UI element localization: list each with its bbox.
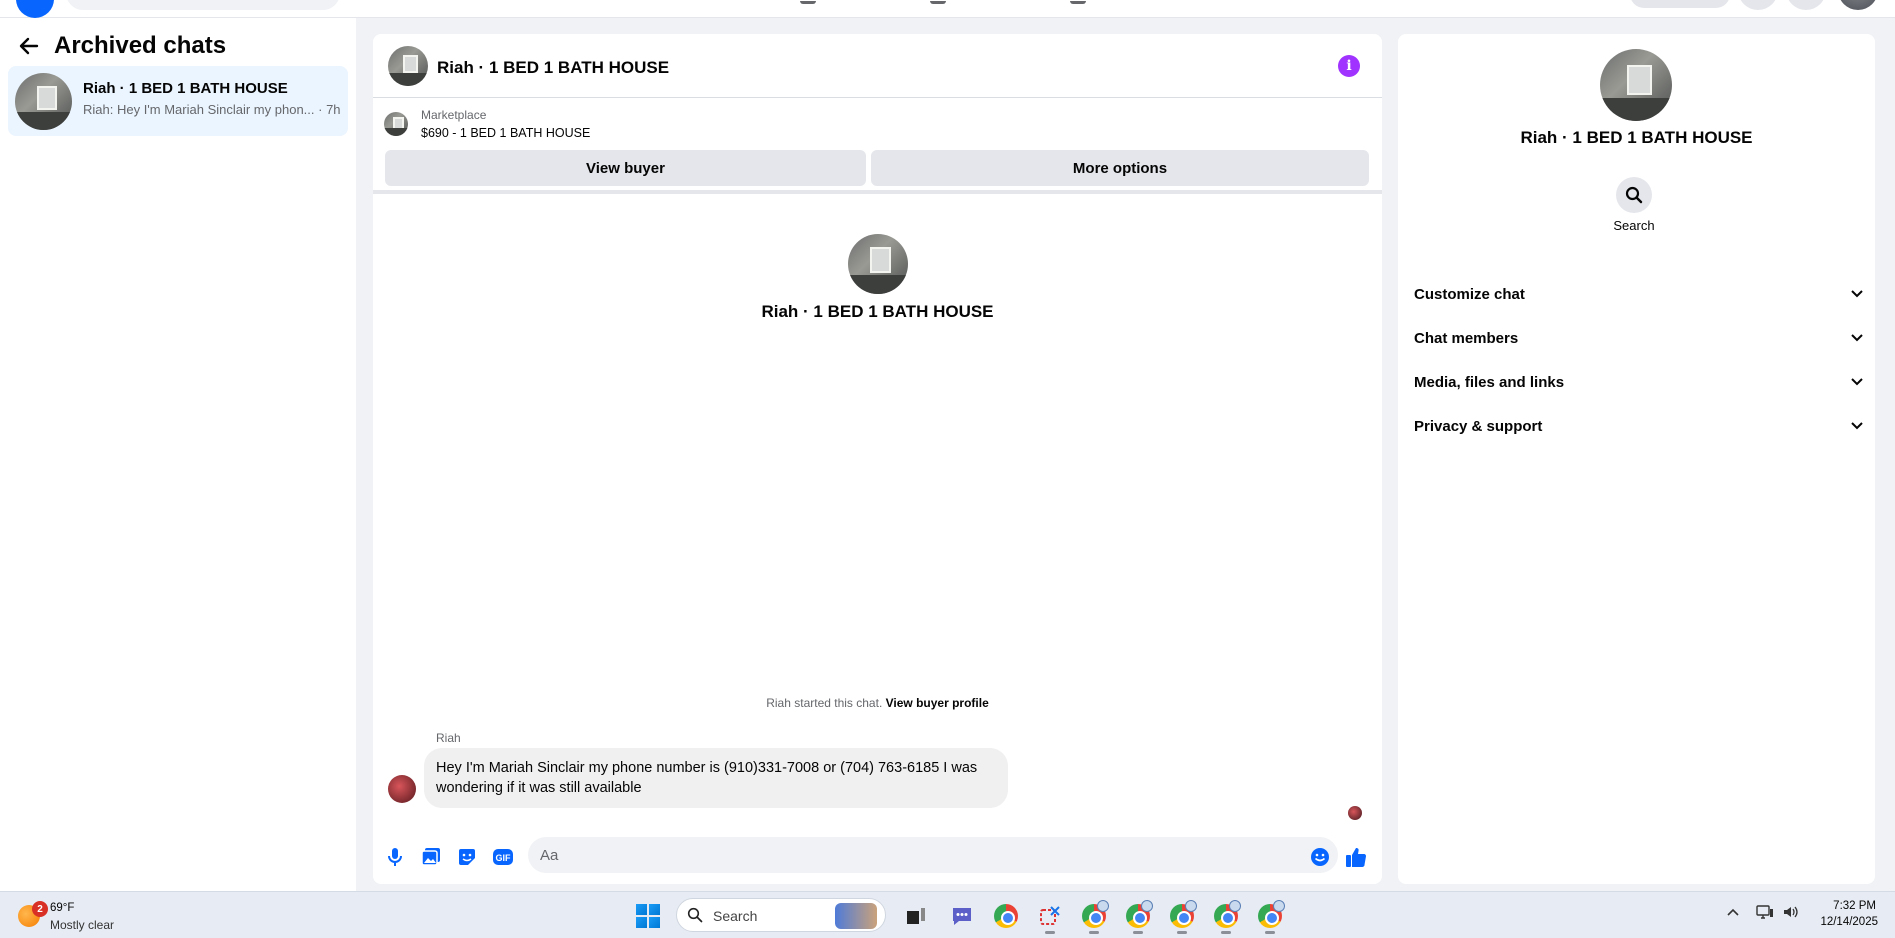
like-thumb-icon[interactable] — [1343, 844, 1369, 870]
intro-avatar — [847, 234, 908, 294]
nav-video-icon[interactable] — [930, 0, 946, 4]
nav-marketplace-icon[interactable] — [1070, 0, 1086, 4]
listing-thumbnail — [384, 112, 408, 136]
chevron-down-icon — [1851, 422, 1863, 430]
show-hidden-icons-chevron-icon[interactable] — [1726, 904, 1740, 920]
chrome-profile-2-icon[interactable] — [1124, 900, 1153, 934]
emoji-icon[interactable] — [1307, 844, 1333, 870]
chat-time: 7h — [326, 102, 341, 117]
search-icon — [687, 907, 703, 923]
find-friends-button[interactable] — [1630, 0, 1730, 8]
sender-avatar[interactable] — [388, 775, 416, 803]
weather-badge: 2 — [32, 901, 48, 917]
back-arrow-icon[interactable] — [18, 35, 40, 57]
message-sender: Riah — [436, 731, 461, 745]
running-indicator — [1265, 931, 1275, 934]
taskbar-search[interactable]: Search — [676, 898, 886, 932]
menu-icon[interactable] — [1738, 0, 1778, 10]
snipping-tool-icon[interactable] — [1036, 902, 1064, 934]
windows-start-icon[interactable] — [636, 904, 660, 928]
chrome-profile-4-icon[interactable] — [1212, 900, 1241, 934]
chrome-profile-5-icon[interactable] — [1256, 900, 1285, 934]
archived-chats-panel: Archived chats Riah · 1 BED 1 BATH HOUSE… — [0, 18, 356, 891]
marketplace-bar: Marketplace $690 - 1 BED 1 BATH HOUSE Vi… — [373, 98, 1382, 194]
conversation-title[interactable]: Riah · 1 BED 1 BATH HOUSE — [437, 58, 669, 78]
running-indicator — [1133, 931, 1143, 934]
search-highlight-image — [835, 903, 877, 929]
chrome-profile-1-icon[interactable] — [1080, 900, 1109, 934]
windows-taskbar: 2 69°F Mostly clear Search 7:32 PM 12/14… — [0, 891, 1895, 938]
chat-name: Riah · 1 BED 1 BATH HOUSE — [83, 80, 288, 97]
running-indicator — [1177, 931, 1187, 934]
message-bubble[interactable]: Hey I'm Mariah Sinclair my phone number … — [424, 748, 1008, 808]
conversation-panel: Riah · 1 BED 1 BATH HOUSE i Marketplace … — [373, 34, 1382, 884]
view-buyer-button[interactable]: View buyer — [385, 150, 866, 186]
running-indicator — [1089, 931, 1099, 934]
messenger-icon[interactable] — [1786, 0, 1826, 10]
listing-title[interactable]: $690 - 1 BED 1 BATH HOUSE — [421, 126, 590, 140]
customize-chat-section[interactable]: Customize chat — [1414, 274, 1864, 314]
teams-chat-icon[interactable] — [948, 902, 976, 930]
media-files-links-section[interactable]: Media, files and links — [1414, 362, 1864, 402]
facebook-search-input[interactable] — [66, 0, 340, 10]
intro-name: Riah · 1 BED 1 BATH HOUSE — [761, 302, 994, 321]
weather-desc: Mostly clear — [50, 918, 115, 932]
section-label: Privacy & support — [1414, 417, 1543, 435]
chrome-profile-3-icon[interactable] — [1168, 900, 1197, 934]
section-label: Media, files and links — [1414, 373, 1565, 391]
weather-temp: 69°F — [50, 902, 75, 914]
weather-widget[interactable]: 2 69°F Mostly clear — [16, 899, 146, 933]
details-name: Riah · 1 BED 1 BATH HOUSE — [1520, 128, 1753, 147]
chat-avatar — [15, 73, 72, 130]
chat-details-panel: Riah · 1 BED 1 BATH HOUSE Search Customi… — [1398, 34, 1875, 884]
microphone-icon[interactable] — [382, 844, 408, 870]
running-indicator — [1045, 931, 1055, 934]
task-view-icon[interactable] — [902, 902, 930, 930]
info-icon[interactable]: i — [1338, 55, 1360, 77]
search-label: Search — [1613, 218, 1655, 233]
chevron-down-icon — [1851, 378, 1863, 386]
volume-icon[interactable] — [1782, 904, 1800, 923]
facebook-logo-icon[interactable] — [16, 0, 54, 18]
section-label: Chat members — [1414, 329, 1519, 347]
chat-preview: Riah: Hey I'm Mariah Sinclair my phon...… — [83, 102, 341, 117]
account-avatar[interactable] — [1838, 0, 1878, 10]
marketplace-label: Marketplace — [421, 108, 487, 122]
chrome-icon[interactable] — [992, 902, 1020, 930]
message-composer: GIF — [373, 834, 1382, 884]
photo-icon[interactable] — [418, 844, 444, 870]
chat-list-item[interactable]: Riah · 1 BED 1 BATH HOUSE Riah: Hey I'm … — [8, 66, 348, 136]
taskbar-search-label: Search — [713, 908, 758, 924]
section-label: Customize chat — [1414, 285, 1525, 303]
svg-text:GIF: GIF — [496, 853, 512, 863]
conversation-intro: Riah · 1 BED 1 BATH HOUSE — [373, 234, 1382, 322]
chat-members-section[interactable]: Chat members — [1414, 318, 1864, 358]
running-indicator — [1221, 931, 1231, 934]
started-text: Riah started this chat. — [766, 696, 883, 710]
message-input[interactable] — [528, 837, 1338, 873]
clock-time[interactable]: 7:32 PM — [1816, 900, 1876, 912]
search-in-conversation-button[interactable] — [1616, 177, 1652, 213]
conversation-avatar[interactable] — [388, 46, 428, 86]
gif-icon[interactable]: GIF — [490, 844, 516, 870]
seen-indicator-avatar — [1348, 806, 1362, 820]
details-avatar[interactable] — [1600, 49, 1672, 121]
sticker-icon[interactable] — [454, 844, 480, 870]
more-options-button[interactable]: More options — [871, 150, 1369, 186]
nav-home-icon[interactable] — [800, 0, 816, 4]
clock-date[interactable]: 12/14/2025 — [1810, 916, 1878, 928]
chat-preview-text: Riah: Hey I'm Mariah Sinclair my phon... — [83, 102, 315, 117]
page-title: Archived chats — [54, 32, 227, 59]
conversation-header: Riah · 1 BED 1 BATH HOUSE i — [373, 34, 1382, 98]
top-navigation-bar — [0, 0, 1895, 18]
network-icon[interactable] — [1756, 904, 1774, 923]
chat-started-notice: Riah started this chat. View buyer profi… — [373, 696, 1382, 710]
privacy-support-section[interactable]: Privacy & support — [1414, 406, 1864, 446]
view-buyer-profile-link[interactable]: View buyer profile — [886, 696, 989, 710]
chevron-down-icon — [1851, 334, 1863, 342]
chevron-down-icon — [1851, 290, 1863, 298]
